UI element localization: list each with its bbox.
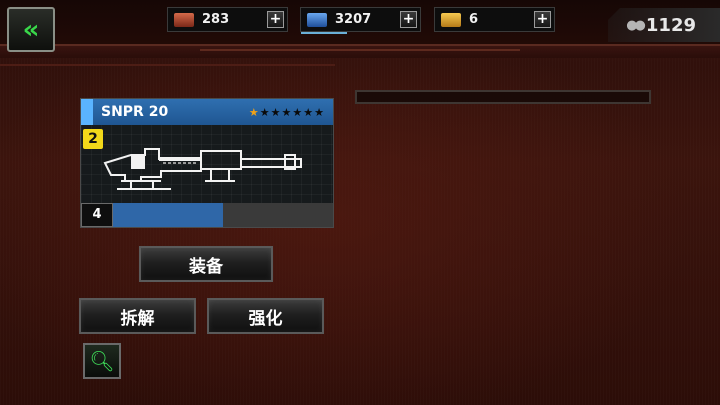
star-rating: ★★★★★★★ (249, 106, 325, 119)
weapon-name: SNPR 20 (101, 104, 169, 120)
star-empty-icon: ★ (281, 105, 293, 119)
parts-bar (301, 32, 347, 34)
resource-parts-value: 3207 (335, 12, 372, 27)
weapon-card-header: SNPR 20 ★★★★★★★ (81, 99, 333, 125)
coin-counter: ●● 1129 (608, 8, 720, 42)
coin-value: 1129 (645, 14, 696, 36)
weapon-image: 2 (81, 125, 333, 205)
inspect-button[interactable]: 🔍︎ (83, 343, 121, 379)
coins-icon: ●● (626, 17, 646, 33)
chevron-left-icon: « (22, 14, 40, 45)
star-empty-icon: ★ (259, 105, 271, 119)
resource-parts: 3207 + (300, 7, 421, 34)
xp-bar (113, 203, 333, 227)
xp-bar-fill (113, 203, 223, 227)
star-empty-icon: ★ (270, 105, 282, 119)
star-empty-icon: ★ (292, 105, 304, 119)
add-supply-button[interactable]: + (267, 11, 284, 28)
resource-supply-value: 283 (202, 12, 230, 27)
star-filled-icon: ★ (248, 105, 260, 119)
tier-badge: 2 (83, 129, 103, 149)
metal-block-icon (307, 12, 327, 27)
info-panel (355, 90, 651, 104)
gold-bars-icon (441, 12, 461, 27)
add-parts-button[interactable]: + (400, 11, 417, 28)
header-accent (81, 99, 93, 125)
weapon-card[interactable]: SNPR 20 ★★★★★★★ 2 4 (80, 98, 334, 228)
crate-icon (174, 12, 194, 27)
frame-border (0, 44, 720, 62)
dismantle-button[interactable]: 拆解 (79, 298, 196, 334)
add-gold-button[interactable]: + (534, 11, 551, 28)
equip-button[interactable]: 装备 (139, 246, 273, 282)
magnifier-icon: 🔍︎ (89, 349, 115, 373)
panel-divider (0, 64, 335, 66)
weapon-level: 4 (81, 203, 113, 227)
upgrade-button[interactable]: 强化 (207, 298, 324, 334)
resource-supply: 283 + (167, 7, 288, 32)
back-button[interactable]: « (7, 7, 55, 52)
star-empty-icon: ★ (303, 105, 315, 119)
sniper-rifle-icon (103, 148, 302, 190)
resource-gold: 6 + (434, 7, 555, 32)
weapon-level-bar: 4 (81, 203, 333, 227)
resource-gold-value: 6 (469, 12, 479, 27)
star-empty-icon: ★ (314, 105, 325, 119)
